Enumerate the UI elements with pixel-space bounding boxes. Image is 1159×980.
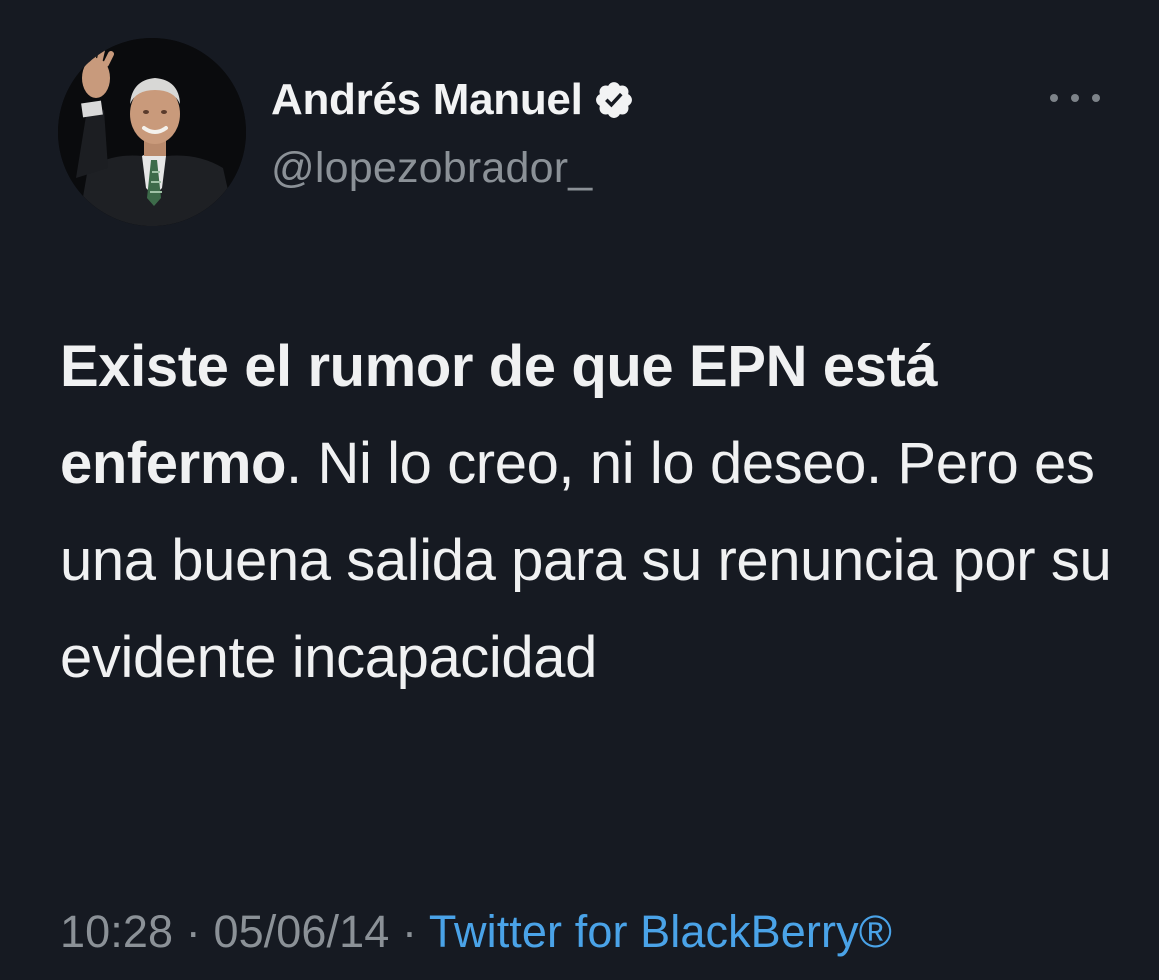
tweet-card: Andrés Manuel @lopezobrador_ Existe el r… <box>0 0 1159 980</box>
meta-separator: · <box>402 906 418 957</box>
avatar[interactable] <box>58 38 246 226</box>
tweet-meta: 10:28 · 05/06/14 · Twitter for BlackBerr… <box>60 906 892 958</box>
avatar-image <box>58 38 246 226</box>
more-options-icon[interactable] <box>1050 86 1100 110</box>
tweet-text: Existe el rumor de que EPN está enfermo.… <box>60 318 1120 706</box>
author-name-row[interactable]: Andrés Manuel <box>271 72 635 128</box>
tweet-date[interactable]: 05/06/14 <box>213 906 389 957</box>
meta-separator: · <box>185 906 201 957</box>
more-dot <box>1071 94 1079 102</box>
tweet-source-link[interactable]: Twitter for BlackBerry® <box>429 906 892 957</box>
more-dot <box>1050 94 1058 102</box>
author-name[interactable]: Andrés Manuel <box>271 75 583 125</box>
tweet-time[interactable]: 10:28 <box>60 906 173 957</box>
verified-badge-icon <box>595 82 632 118</box>
more-dot <box>1092 94 1100 102</box>
author-handle[interactable]: @lopezobrador_ <box>271 144 592 193</box>
